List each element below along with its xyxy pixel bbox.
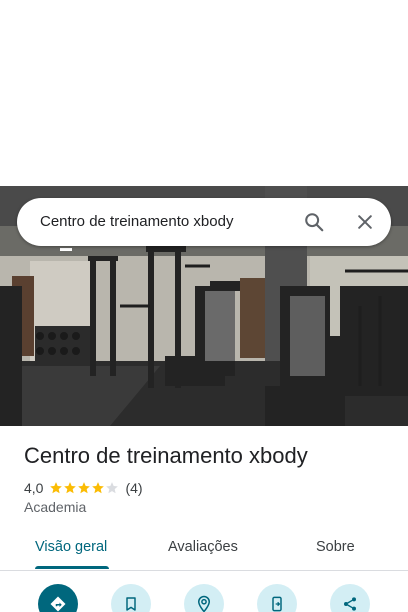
top-blank-area [0,0,408,186]
search-bar[interactable]: Centro de treinamento xbody [17,198,391,246]
save-button[interactable] [111,584,151,612]
star-empty-icon [106,482,119,494]
tab-about[interactable]: Sobre [316,539,355,555]
bookmark-icon [126,597,136,611]
directions-button[interactable] [38,584,78,612]
place-category: Academia [24,499,87,515]
share-button[interactable] [330,584,370,612]
search-icon[interactable] [299,207,329,237]
active-tab-indicator [35,566,109,569]
send-to-phone-button[interactable] [257,584,297,612]
tab-bar: Visão geral Avaliações Sobre [0,528,408,571]
review-count[interactable]: (4) [125,480,142,496]
star-filled-icon [50,482,63,494]
tab-reviews[interactable]: Avaliações [168,539,238,555]
star-filled-icon [92,482,105,494]
send-to-phone-icon [272,596,282,612]
search-query[interactable]: Centro de treinamento xbody [40,213,233,230]
star-filled-icon [64,482,77,494]
star-rating [49,481,119,495]
place-title: Centro de treinamento xbody [24,443,308,468]
share-icon [344,597,356,611]
rating-value: 4,0 [24,480,44,496]
nearby-icon [197,595,211,612]
star-filled-icon [78,482,91,494]
close-icon[interactable] [350,207,380,237]
nearby-button[interactable] [184,584,224,612]
action-buttons [0,584,408,612]
rating-row[interactable]: 4,0 (4) [24,479,143,497]
tab-overview[interactable]: Visão geral [35,539,107,555]
directions-icon [50,596,66,612]
